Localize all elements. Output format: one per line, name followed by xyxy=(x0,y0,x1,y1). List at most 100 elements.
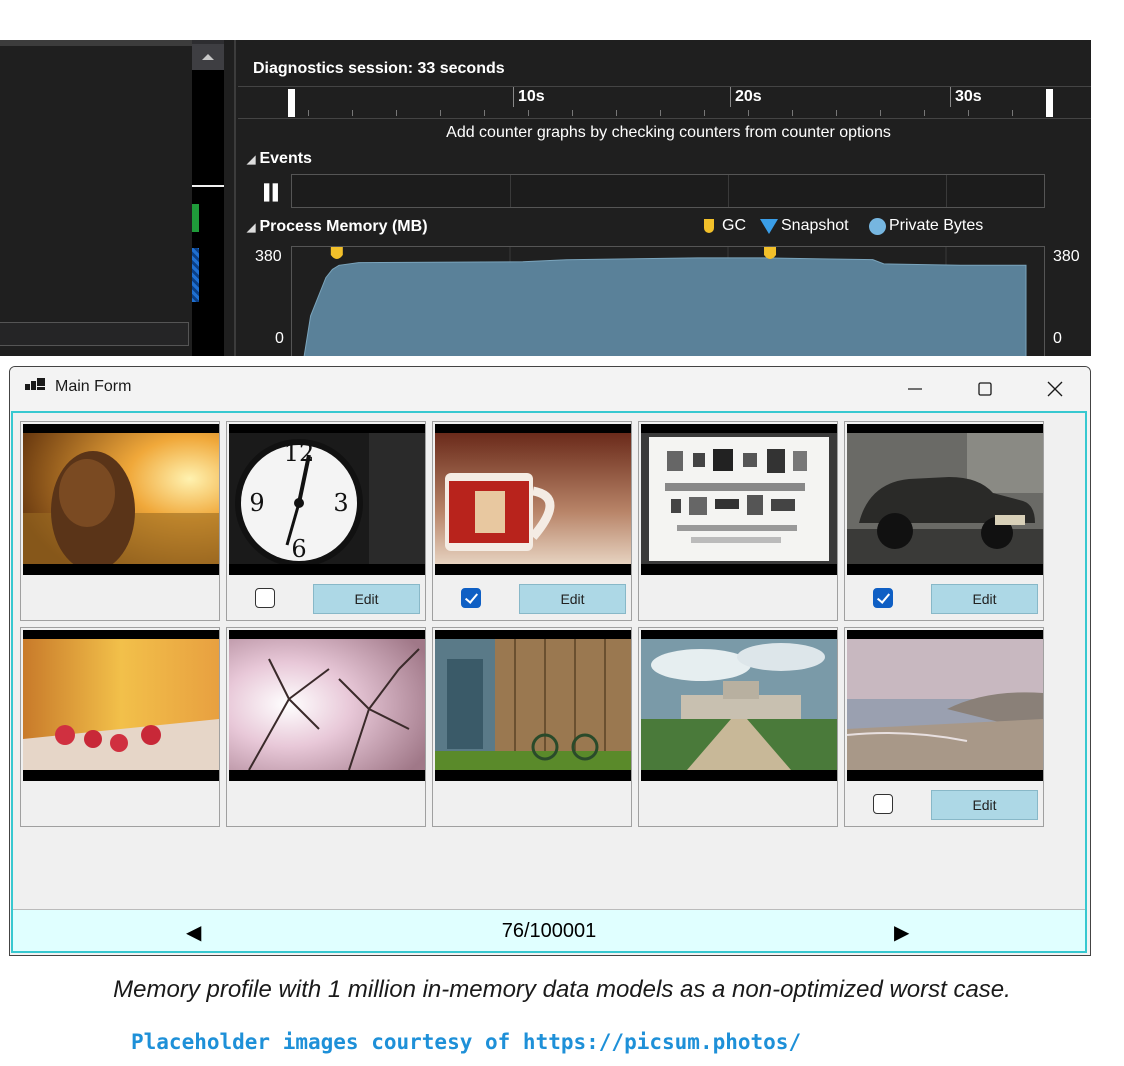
events-header[interactable]: ◢ Events xyxy=(247,150,312,168)
private-bytes-area xyxy=(303,257,1027,356)
image-card-5[interactable]: Edit xyxy=(844,421,1044,621)
gc-event-marker[interactable] xyxy=(764,247,777,259)
image-card-4[interactable] xyxy=(638,421,838,621)
editor-pane xyxy=(0,40,192,356)
title-bar[interactable]: Main Form xyxy=(10,367,1090,411)
card-image xyxy=(23,630,219,781)
card-image: 12 3 6 9 xyxy=(229,424,425,575)
image-card-9[interactable] xyxy=(638,627,838,827)
edit-button[interactable]: Edit xyxy=(519,584,626,614)
ruler-minor-tick xyxy=(616,110,617,116)
legend-gc: GC xyxy=(704,217,746,235)
maximize-button[interactable] xyxy=(950,367,1020,411)
photo-clock: 12 3 6 9 xyxy=(229,433,425,564)
edit-button[interactable]: Edit xyxy=(931,584,1038,614)
image-card-3[interactable]: Edit xyxy=(432,421,632,621)
page: Diagnostics session: 33 seconds 10s 20s … xyxy=(0,0,1124,1066)
photo-tree-branches xyxy=(229,639,425,770)
minimize-button[interactable] xyxy=(880,367,950,411)
ruler-minor-tick xyxy=(352,110,353,116)
timeline-start-handle[interactable] xyxy=(288,89,295,117)
legend-private-bytes-label: Private Bytes xyxy=(889,217,984,234)
memory-header[interactable]: ◢ Process Memory (MB) xyxy=(247,218,428,236)
snapshot-icon xyxy=(760,218,778,234)
memory-chart[interactable] xyxy=(291,246,1045,356)
events-gridline xyxy=(946,175,947,207)
svg-text:9: 9 xyxy=(249,489,264,517)
ruler-minor-tick xyxy=(660,110,661,116)
change-marker-blue xyxy=(192,248,199,302)
ruler-minor-tick xyxy=(748,110,749,116)
editor-header-bar xyxy=(0,40,192,46)
image-card-1[interactable] xyxy=(20,421,220,621)
scroll-position-marker xyxy=(192,185,224,187)
diagnostics-main: Diagnostics session: 33 seconds 10s 20s … xyxy=(236,40,1091,356)
select-checkbox[interactable] xyxy=(873,588,893,608)
card-image xyxy=(847,424,1043,575)
diagnostics-panel: Diagnostics session: 33 seconds 10s 20s … xyxy=(0,40,1091,356)
events-track[interactable] xyxy=(291,174,1045,208)
ruler-minor-tick xyxy=(792,110,793,116)
ruler-minor-tick xyxy=(968,110,969,116)
gc-event-marker[interactable] xyxy=(330,247,343,259)
svg-text:12: 12 xyxy=(284,439,315,467)
private-bytes-icon xyxy=(869,217,886,235)
session-title: Diagnostics session: 33 seconds xyxy=(253,60,505,77)
ruler-minor-tick xyxy=(880,110,881,116)
ruler-minor-tick xyxy=(484,110,485,116)
scrollbar-track[interactable] xyxy=(192,70,224,356)
ruler-minor-tick xyxy=(528,110,529,116)
image-card-2[interactable]: 12 3 6 9 Edit xyxy=(226,421,426,621)
legend-private-bytes: Private Bytes xyxy=(869,217,983,235)
form-client-area: 12 3 6 9 Edit Edit Edit Edit ◀ 76/100001… xyxy=(11,411,1087,953)
y-axis-max-left: 380 xyxy=(255,248,282,265)
edit-button[interactable]: Edit xyxy=(931,790,1038,820)
maximize-icon xyxy=(978,382,992,396)
app-icon xyxy=(25,378,45,394)
image-card-10[interactable]: Edit xyxy=(844,627,1044,827)
minimize-icon xyxy=(908,388,922,390)
events-gridline xyxy=(728,175,729,207)
collapse-triangle-icon[interactable]: ◢ xyxy=(247,222,255,234)
select-checkbox[interactable] xyxy=(255,588,275,608)
legend-snapshot: Snapshot xyxy=(760,217,849,235)
y-axis-min-left: 0 xyxy=(275,330,284,347)
legend-gc-label: GC xyxy=(722,217,746,234)
legend-snapshot-label: Snapshot xyxy=(781,217,849,234)
scroll-up-icon[interactable] xyxy=(192,44,224,70)
edit-button[interactable]: Edit xyxy=(313,584,420,614)
editor-input-box[interactable] xyxy=(0,322,189,346)
ruler-minor-tick xyxy=(836,110,837,116)
ruler-minor-tick xyxy=(572,110,573,116)
ruler-tick-label: 10s xyxy=(513,87,545,107)
ruler-minor-tick xyxy=(1012,110,1013,116)
card-image xyxy=(23,424,219,575)
image-credit: Placeholder images courtesy of https://p… xyxy=(131,1030,802,1054)
close-button[interactable] xyxy=(1020,367,1090,411)
photo-misty-beach xyxy=(847,639,1043,770)
counter-hint: Add counter graphs by checking counters … xyxy=(446,124,891,141)
ruler-minor-tick xyxy=(396,110,397,116)
card-image xyxy=(641,630,837,781)
pager-bar: ◀ 76/100001 ▶ xyxy=(13,909,1085,951)
next-arrow-icon[interactable]: ▶ xyxy=(894,920,909,945)
photo-flat-lay xyxy=(641,433,837,564)
card-image xyxy=(435,630,631,781)
select-checkbox[interactable] xyxy=(461,588,481,608)
main-form-window: Main Form 12 3 6 9 Edit Edit Edit Edit ◀… xyxy=(9,366,1091,956)
image-card-6[interactable] xyxy=(20,627,220,827)
card-image xyxy=(435,424,631,575)
image-card-7[interactable] xyxy=(226,627,426,827)
collapse-triangle-icon[interactable]: ◢ xyxy=(247,154,255,166)
window-title: Main Form xyxy=(55,378,132,395)
events-header-label: Events xyxy=(259,150,312,167)
photo-chateau xyxy=(641,639,837,770)
card-image xyxy=(847,630,1043,781)
memory-chart-svg xyxy=(303,247,1027,356)
select-checkbox[interactable] xyxy=(873,794,893,814)
timeline-ruler[interactable]: 10s 20s 30s xyxy=(238,86,1091,119)
image-card-8[interactable] xyxy=(432,627,632,827)
pause-icon[interactable]: ▌▌ xyxy=(264,184,283,201)
timeline-end-handle[interactable] xyxy=(1046,89,1053,117)
vertical-scrollbar[interactable] xyxy=(192,40,224,356)
